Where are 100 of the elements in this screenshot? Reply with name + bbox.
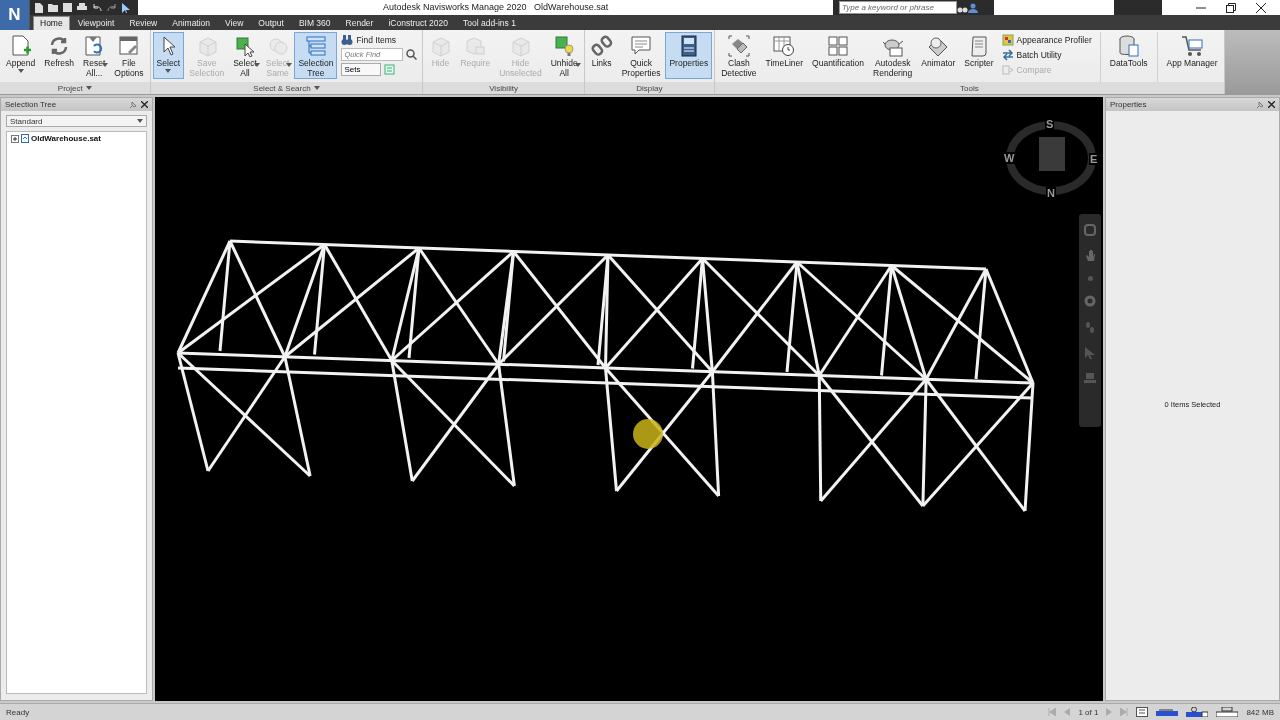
- compass-letter: E: [1089, 153, 1099, 165]
- orbit-icon: [1084, 295, 1096, 307]
- ribbon-button[interactable]: Quantification: [808, 32, 869, 79]
- ribbon-small-button[interactable]: Batch Utility: [1001, 48, 1092, 61]
- clash-cubes-icon: [727, 35, 750, 57]
- cube-icon: [429, 35, 452, 57]
- user-icon: [968, 2, 978, 13]
- panel-header: Properties: [1110, 100, 1148, 109]
- ribbon-small-button[interactable]: Find Items: [341, 33, 418, 46]
- ribbon-button[interactable]: App Manager: [1162, 32, 1222, 79]
- ribbon-button[interactable]: Append: [2, 32, 40, 79]
- caret-icon: [165, 68, 172, 73]
- ribbon-tab[interactable]: iConstruct 2020: [381, 16, 455, 30]
- disk-meter-icon: [1186, 707, 1209, 717]
- ribbon-background: [1224, 30, 1280, 94]
- next-page-icon: [1106, 708, 1113, 716]
- pin-icon: [1256, 100, 1264, 109]
- cube-icon: [509, 35, 532, 57]
- ribbon-tab[interactable]: Output: [251, 16, 291, 30]
- ribbon-tab[interactable]: Tool add-ins 1: [456, 16, 523, 30]
- palette-icon: [1001, 33, 1014, 46]
- close-icon: [1256, 2, 1266, 13]
- caret-icon: [313, 86, 320, 90]
- ribbon-button[interactable]: Quick Properties: [617, 32, 665, 79]
- application-menu-button[interactable]: N: [0, 0, 30, 30]
- ribbon-button[interactable]: DataTools: [1105, 32, 1152, 79]
- ribbon-tab[interactable]: Render: [338, 16, 381, 30]
- ribbon-button[interactable]: Scripter: [960, 32, 998, 79]
- panel-header: Selection Tree: [5, 100, 58, 109]
- cursor-highlight: [633, 419, 663, 449]
- document-plus-icon: [9, 35, 32, 57]
- close-icon: [141, 101, 148, 108]
- sets-manager-icon: [384, 64, 396, 75]
- ribbon-tab[interactable]: Viewpoint: [70, 16, 122, 30]
- print-icon: [77, 3, 87, 12]
- ribbon-tab[interactable]: Animation: [165, 16, 218, 30]
- tree-icon: [304, 35, 327, 57]
- open-folder-icon: [48, 3, 58, 12]
- ribbon-button[interactable]: Autodesk Rendering: [869, 32, 917, 79]
- panel-title: Select & Search: [253, 83, 311, 93]
- ribbon-button[interactable]: Properties: [665, 32, 713, 79]
- window-pencil-icon: [117, 35, 140, 57]
- ribbon-button[interactable]: Select All: [229, 32, 261, 79]
- speech-bubble-icon: [630, 35, 653, 57]
- ribbon-tab[interactable]: Home: [33, 16, 70, 30]
- cart-icon: [1181, 35, 1204, 57]
- table-clock-icon: [773, 35, 796, 57]
- pencil-meter-icon: [1156, 707, 1179, 717]
- caret-icon: [17, 68, 24, 73]
- binoculars-icon: [341, 33, 354, 46]
- 3d-viewport[interactable]: S W E N: [155, 97, 1103, 701]
- restore-icon: [1226, 2, 1236, 13]
- calculator-grid-icon: [827, 35, 850, 57]
- ribbon-button[interactable]: Unhide All: [546, 32, 582, 79]
- ribbon-tab[interactable]: Review: [122, 16, 165, 30]
- ribbon-button[interactable]: Clash Detective: [717, 32, 761, 79]
- ribbon-button[interactable]: Reset All...: [79, 32, 110, 79]
- ribbon-button[interactable]: TimeLiner: [761, 32, 808, 79]
- footsteps-icon: [1084, 321, 1096, 333]
- expand-icon[interactable]: [11, 134, 19, 143]
- close-icon: [1268, 101, 1275, 108]
- last-page-icon: [1120, 708, 1129, 716]
- previous-page-icon: [1064, 708, 1071, 716]
- ribbon-button[interactable]: File Options: [110, 32, 148, 79]
- database-icon: [1117, 35, 1140, 57]
- ribbon-tab[interactable]: BIM 360: [291, 16, 338, 30]
- ribbon-button[interactable]: Animator: [917, 32, 960, 79]
- status-text: Ready: [6, 707, 30, 717]
- cursor-icon: [122, 2, 130, 13]
- ribbon-button[interactable]: Links: [586, 32, 617, 79]
- chain-icon: [590, 35, 613, 57]
- ribbon-button[interactable]: Selection Tree: [294, 32, 338, 79]
- swap-arrows-icon: [1001, 48, 1014, 61]
- first-page-icon: [1048, 708, 1057, 716]
- panel-title: Tools: [960, 83, 979, 93]
- ribbon-tab[interactable]: View: [218, 16, 251, 30]
- caret-icon: [85, 86, 92, 90]
- cube-lock-icon: [464, 35, 487, 57]
- ribbon-button[interactable]: Select: [152, 32, 185, 79]
- search-field[interactable]: Type a keyword or phrase: [839, 1, 957, 14]
- sets-dropdown[interactable]: Sets: [341, 63, 382, 76]
- search-icon: [406, 49, 418, 60]
- tree-mode-dropdown[interactable]: Standard: [6, 115, 147, 127]
- dot-icon: [1087, 276, 1093, 281]
- compass-letter: W: [1003, 152, 1016, 164]
- ribbon-small-button[interactable]: Appearance Profiler: [1001, 33, 1092, 46]
- sheet-browser-icon: [1136, 707, 1149, 717]
- tree-item[interactable]: OldWarehouse.sat: [31, 134, 101, 143]
- file-icon: [21, 134, 29, 143]
- panel-title: Project: [57, 83, 83, 93]
- new-file-icon: [34, 2, 43, 13]
- undo-icon: [92, 3, 102, 12]
- panel-title: Display: [636, 83, 663, 93]
- window-title: Autodesk Navisworks Manage 2020 OldWarehouse.sat: [138, 0, 833, 15]
- laptop-icon: [1084, 373, 1096, 383]
- ribbon-button[interactable]: Refresh: [40, 32, 79, 79]
- steering-wheel-icon: [1084, 224, 1096, 236]
- panel-title: Visibility: [489, 83, 518, 93]
- compare-icon: [1001, 63, 1014, 76]
- page-counter: 1 of 1: [1078, 707, 1099, 717]
